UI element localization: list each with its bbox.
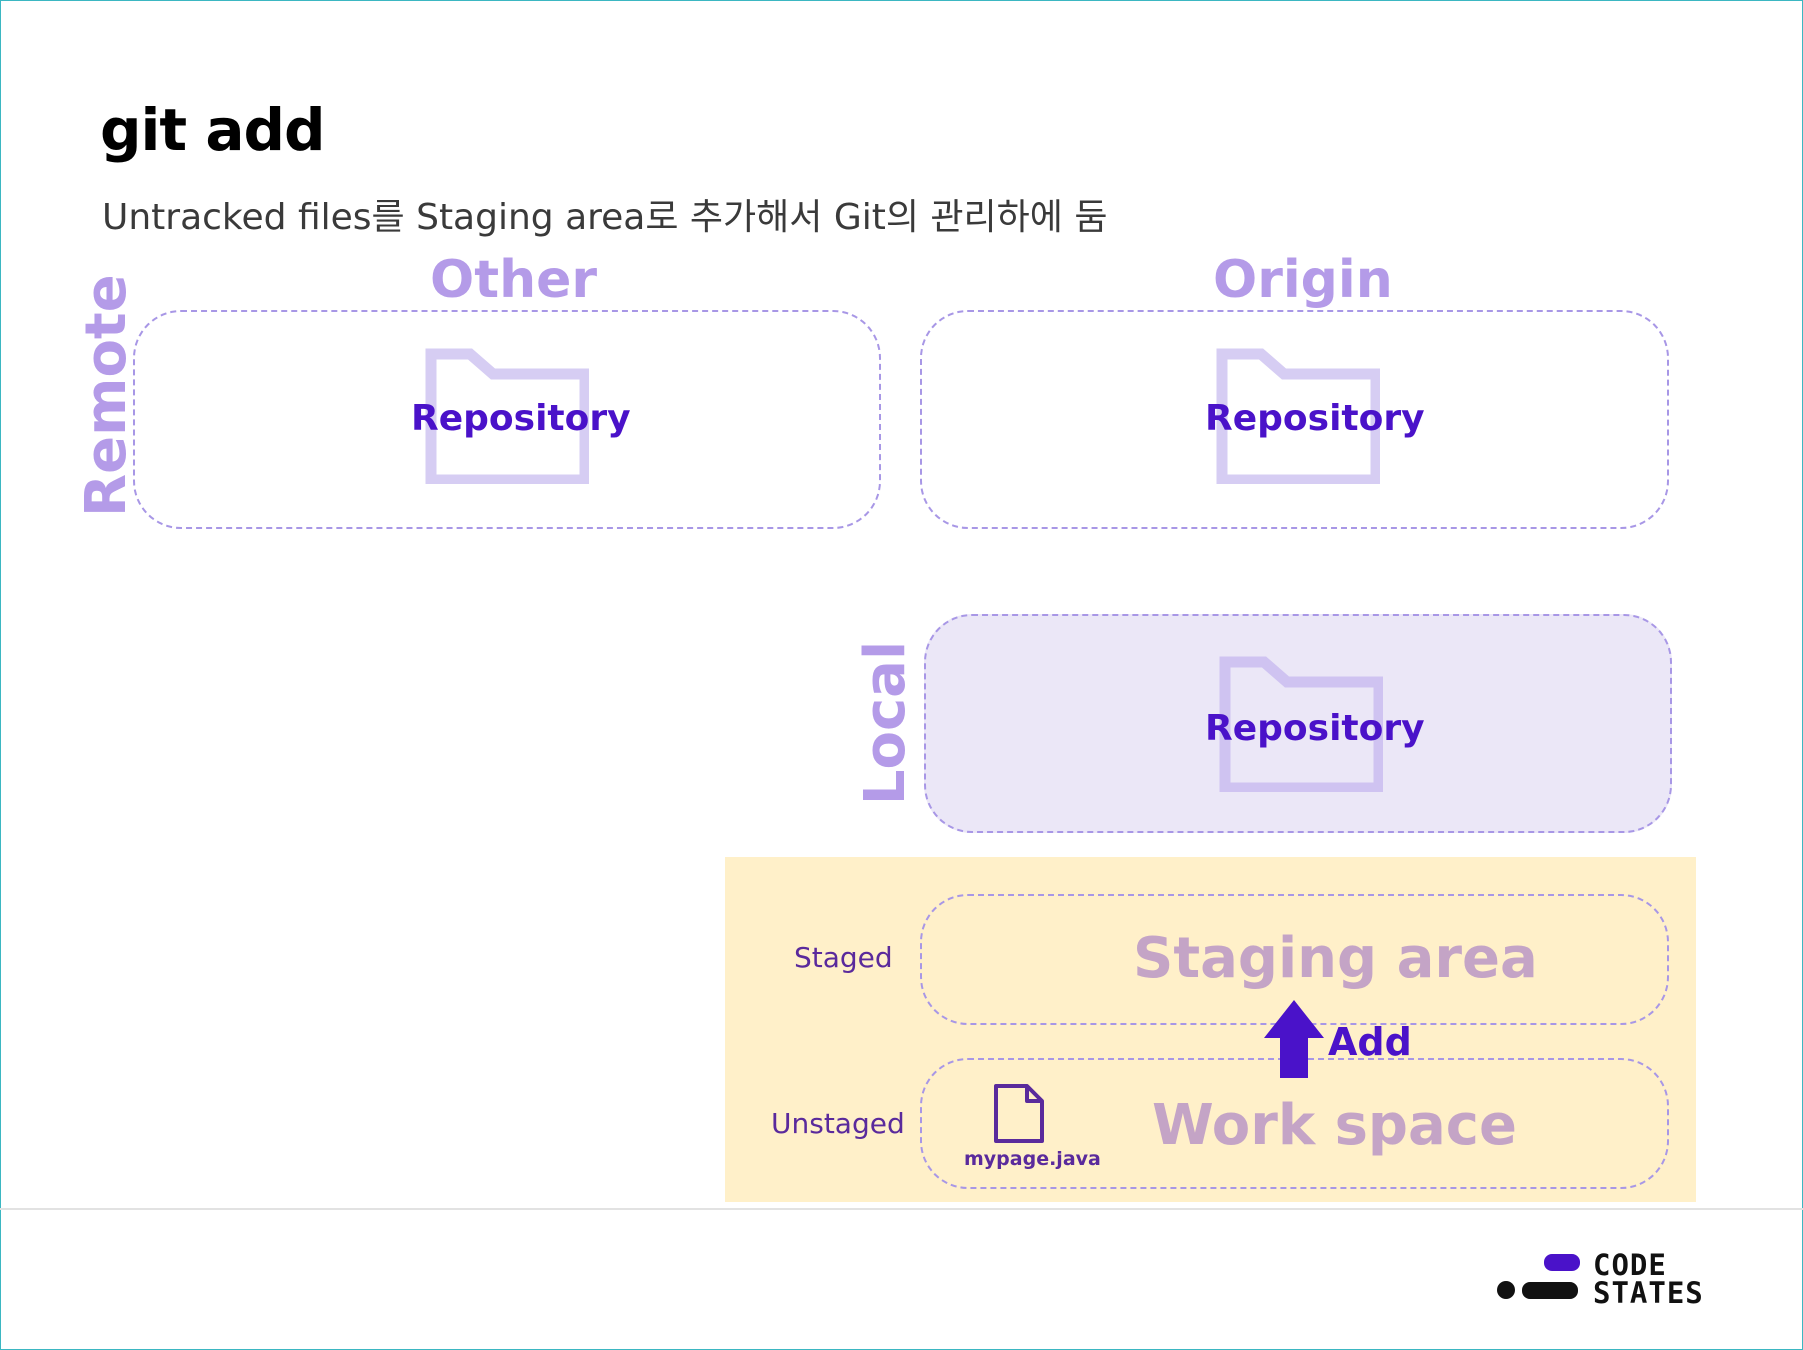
origin-repository-label: Repository <box>1205 398 1425 439</box>
unstaged-label: Unstaged <box>771 1107 905 1140</box>
logo-text-line2: STATES <box>1593 1276 1704 1310</box>
add-label: Add <box>1328 1020 1412 1064</box>
file-name: mypage.java <box>964 1148 1101 1170</box>
staged-label: Staged <box>794 941 893 974</box>
other-repository-label: Repository <box>411 398 631 439</box>
slide-title: git add <box>100 96 325 164</box>
local-repository-label: Repository <box>1205 708 1425 749</box>
local-label: Local <box>853 640 918 806</box>
add-arrow-icon <box>1264 1000 1324 1078</box>
code-states-logo-icon <box>1497 1254 1580 1299</box>
footer-divider <box>0 1208 1803 1210</box>
file-icon <box>994 1084 1044 1143</box>
logo-text-line1: CODE <box>1593 1248 1667 1282</box>
remote-label: Remote <box>74 274 139 517</box>
other-title: Other <box>430 250 597 310</box>
staging-area-label: Staging area <box>1133 926 1538 991</box>
work-space-label: Work space <box>1152 1093 1517 1158</box>
origin-title: Origin <box>1213 250 1393 310</box>
slide-subtitle: Untracked files를 Staging area로 추가해서 Git의… <box>102 197 1108 238</box>
